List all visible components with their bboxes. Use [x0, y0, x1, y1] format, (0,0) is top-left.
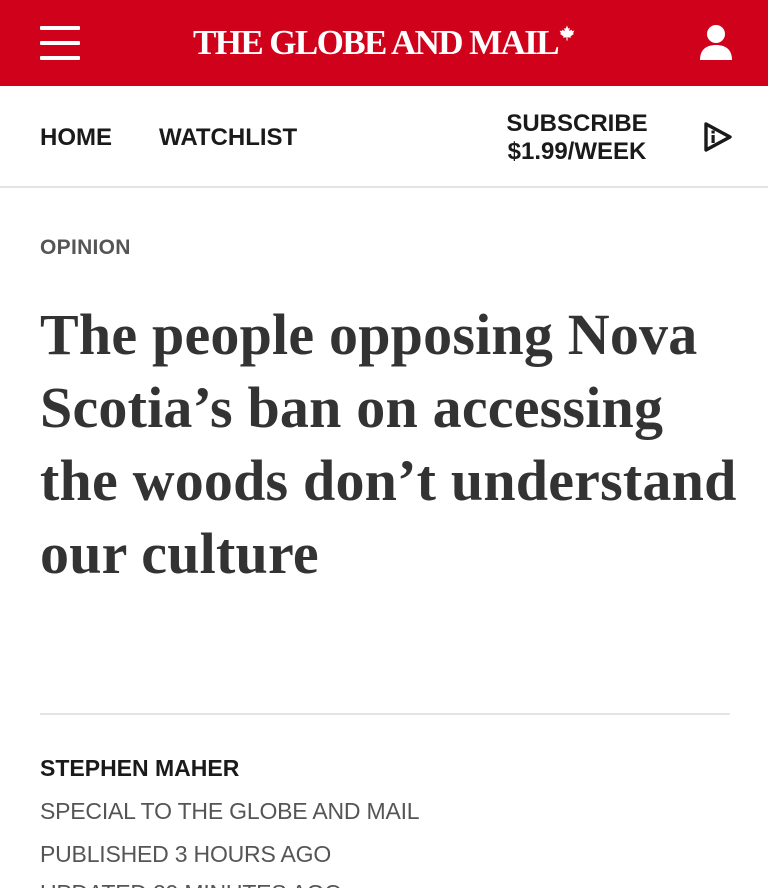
menu-bar-line: [40, 26, 80, 30]
nav-watchlist-link[interactable]: WATCHLIST: [159, 124, 297, 152]
logo-text: THE GLOBE AND MAIL: [192, 23, 560, 62]
author-affiliation: SPECIAL TO THE GLOBE AND MAIL: [40, 798, 420, 824]
play-triangle-icon: [704, 122, 732, 152]
published-time: PUBLISHED 3 HOURS AGO: [40, 841, 332, 867]
audio-play-icon[interactable]: [700, 120, 734, 154]
section-label[interactable]: OPINION: [40, 236, 131, 260]
site-logo[interactable]: THE GLOBE AND MAIL: [193, 23, 575, 63]
logo-container: THE GLOBE AND MAIL: [0, 0, 768, 86]
nav-home-link[interactable]: HOME: [40, 124, 112, 152]
divider: [40, 713, 730, 715]
article-headline: The people opposing Nova Scotia’s ban on…: [40, 302, 737, 586]
menu-bar-line: [40, 56, 80, 60]
subscribe-label: SUBSCRIBE: [506, 110, 648, 137]
subscribe-button[interactable]: SUBSCRIBE $1.99/WEEK: [496, 110, 658, 166]
author-name[interactable]: STEPHEN MAHER: [40, 755, 239, 782]
user-account-icon[interactable]: [698, 24, 734, 62]
top-bar: THE GLOBE AND MAIL: [0, 0, 768, 86]
maple-leaf-icon: [559, 25, 575, 41]
hamburger-menu-icon[interactable]: [40, 26, 80, 60]
primary-nav: HOME WATCHLIST SUBSCRIBE $1.99/WEEK: [0, 86, 768, 188]
user-silhouette-icon: [700, 25, 732, 60]
menu-bar-line: [40, 41, 80, 45]
subscribe-price: $1.99/WEEK: [507, 138, 647, 165]
updated-time: UPDATED 29 MINUTES AGO: [40, 880, 342, 888]
